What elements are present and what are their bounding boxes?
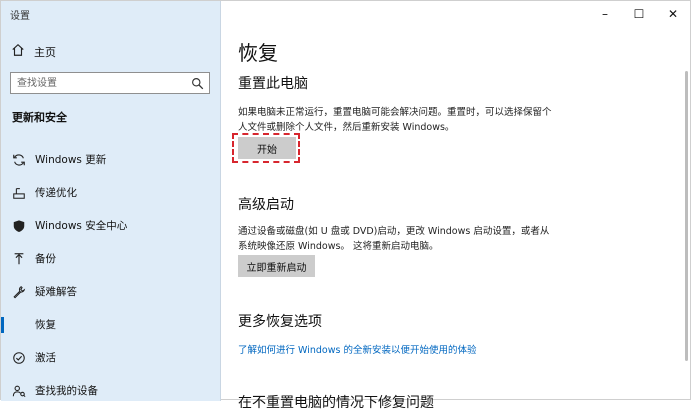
sidebar-item-label: 备份 [35,253,56,265]
title-bar-controls: – ☐ ✕ [588,1,690,27]
page-title: 恢复 [238,41,278,65]
sidebar-item-label: Windows 安全中心 [35,220,128,232]
maximize-button[interactable]: ☐ [622,1,656,27]
section-title: 更新和安全 [12,111,67,124]
sidebar-item-delivery-optimization[interactable]: 传递优化 [1,176,220,209]
minimize-button[interactable]: – [588,1,622,27]
home-icon [11,43,25,60]
close-button[interactable]: ✕ [656,1,690,27]
restart-now-button[interactable]: 立即重新启动 [238,255,315,277]
advanced-heading: 高级启动 [238,197,294,213]
sidebar-item-find-my-device[interactable]: 查找我的设备 [1,374,220,407]
fix-problems-heading: 在不重置电脑的情况下修复问题 [238,395,434,411]
sidebar-item-label: 激活 [35,352,56,364]
sidebar-nav: Windows 更新 传递优化 Windows 安全中心 备份 疑难解答 恢复 … [1,143,220,407]
sidebar-item-activation[interactable]: 激活 [1,341,220,374]
sync-icon [12,153,26,167]
search-input[interactable] [11,73,193,93]
search-icon[interactable] [191,77,204,90]
sidebar-item-troubleshoot[interactable]: 疑难解答 [1,275,220,308]
sidebar-item-recovery[interactable]: 恢复 [1,308,220,341]
recovery-icon [12,318,26,332]
shield-icon [12,219,26,233]
sidebar-item-label: Windows 更新 [35,154,107,166]
clean-install-link[interactable]: 了解如何进行 Windows 的全新安装以便开始使用的体验 [238,342,476,356]
sidebar: 设置 主页 更新和安全 Windows 更新 [1,1,221,401]
home-label: 主页 [34,45,56,59]
sidebar-item-label: 恢复 [35,319,56,331]
sidebar-item-windows-update[interactable]: Windows 更新 [1,143,220,176]
reset-description: 如果电脑未正常运行，重置电脑可能会解决问题。重置时，可以选择保留个人文件或删除个… [238,107,552,133]
settings-window: 设置 主页 更新和安全 Windows 更新 [0,0,691,411]
sidebar-item-label: 传递优化 [35,187,77,199]
reset-start-button[interactable]: 开始 [238,137,296,159]
scrollbar[interactable] [685,71,688,361]
wrench-icon [12,285,26,299]
sidebar-item-backup[interactable]: 备份 [1,242,220,275]
person-locate-icon [12,384,26,398]
backup-arrow-icon [12,252,26,266]
search-box[interactable] [10,72,210,94]
more-options-heading: 更多恢复选项 [238,314,322,330]
advanced-description: 通过设备或磁盘(如 U 盘或 DVD)启动，更改 Windows 启动设置，或者… [238,226,550,252]
activation-check-icon [12,351,26,365]
reset-heading: 重置此电脑 [238,76,308,92]
sidebar-item-label: 查找我的设备 [35,385,98,397]
delivery-optimization-icon [12,186,26,200]
home-link[interactable]: 主页 [11,43,56,60]
window-title: 设置 [10,11,30,22]
sidebar-item-label: 疑难解答 [35,286,77,298]
sidebar-item-windows-security[interactable]: Windows 安全中心 [1,209,220,242]
